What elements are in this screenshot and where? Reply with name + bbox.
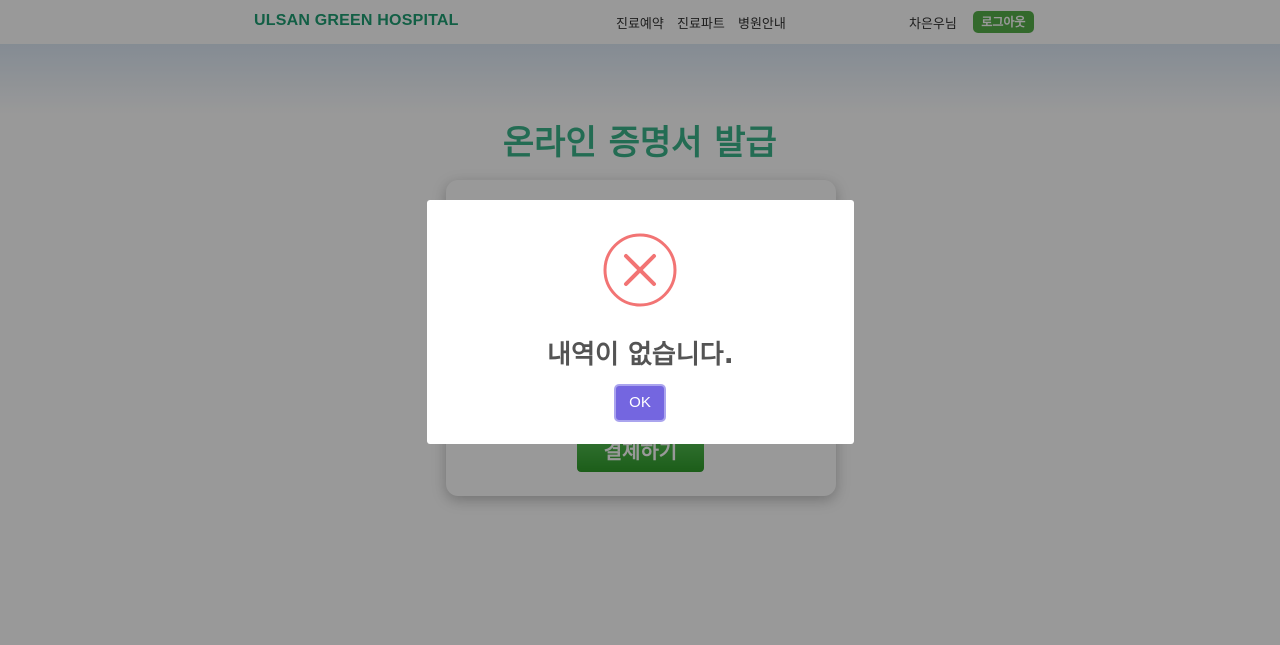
alert-dialog: 내역이 없습니다. OK — [427, 200, 854, 444]
alert-message: 내역이 없습니다. — [547, 340, 734, 370]
ok-button[interactable]: OK — [614, 384, 666, 422]
modal-overlay[interactable]: 내역이 없습니다. OK — [0, 0, 1280, 645]
error-x-icon — [603, 233, 677, 307]
